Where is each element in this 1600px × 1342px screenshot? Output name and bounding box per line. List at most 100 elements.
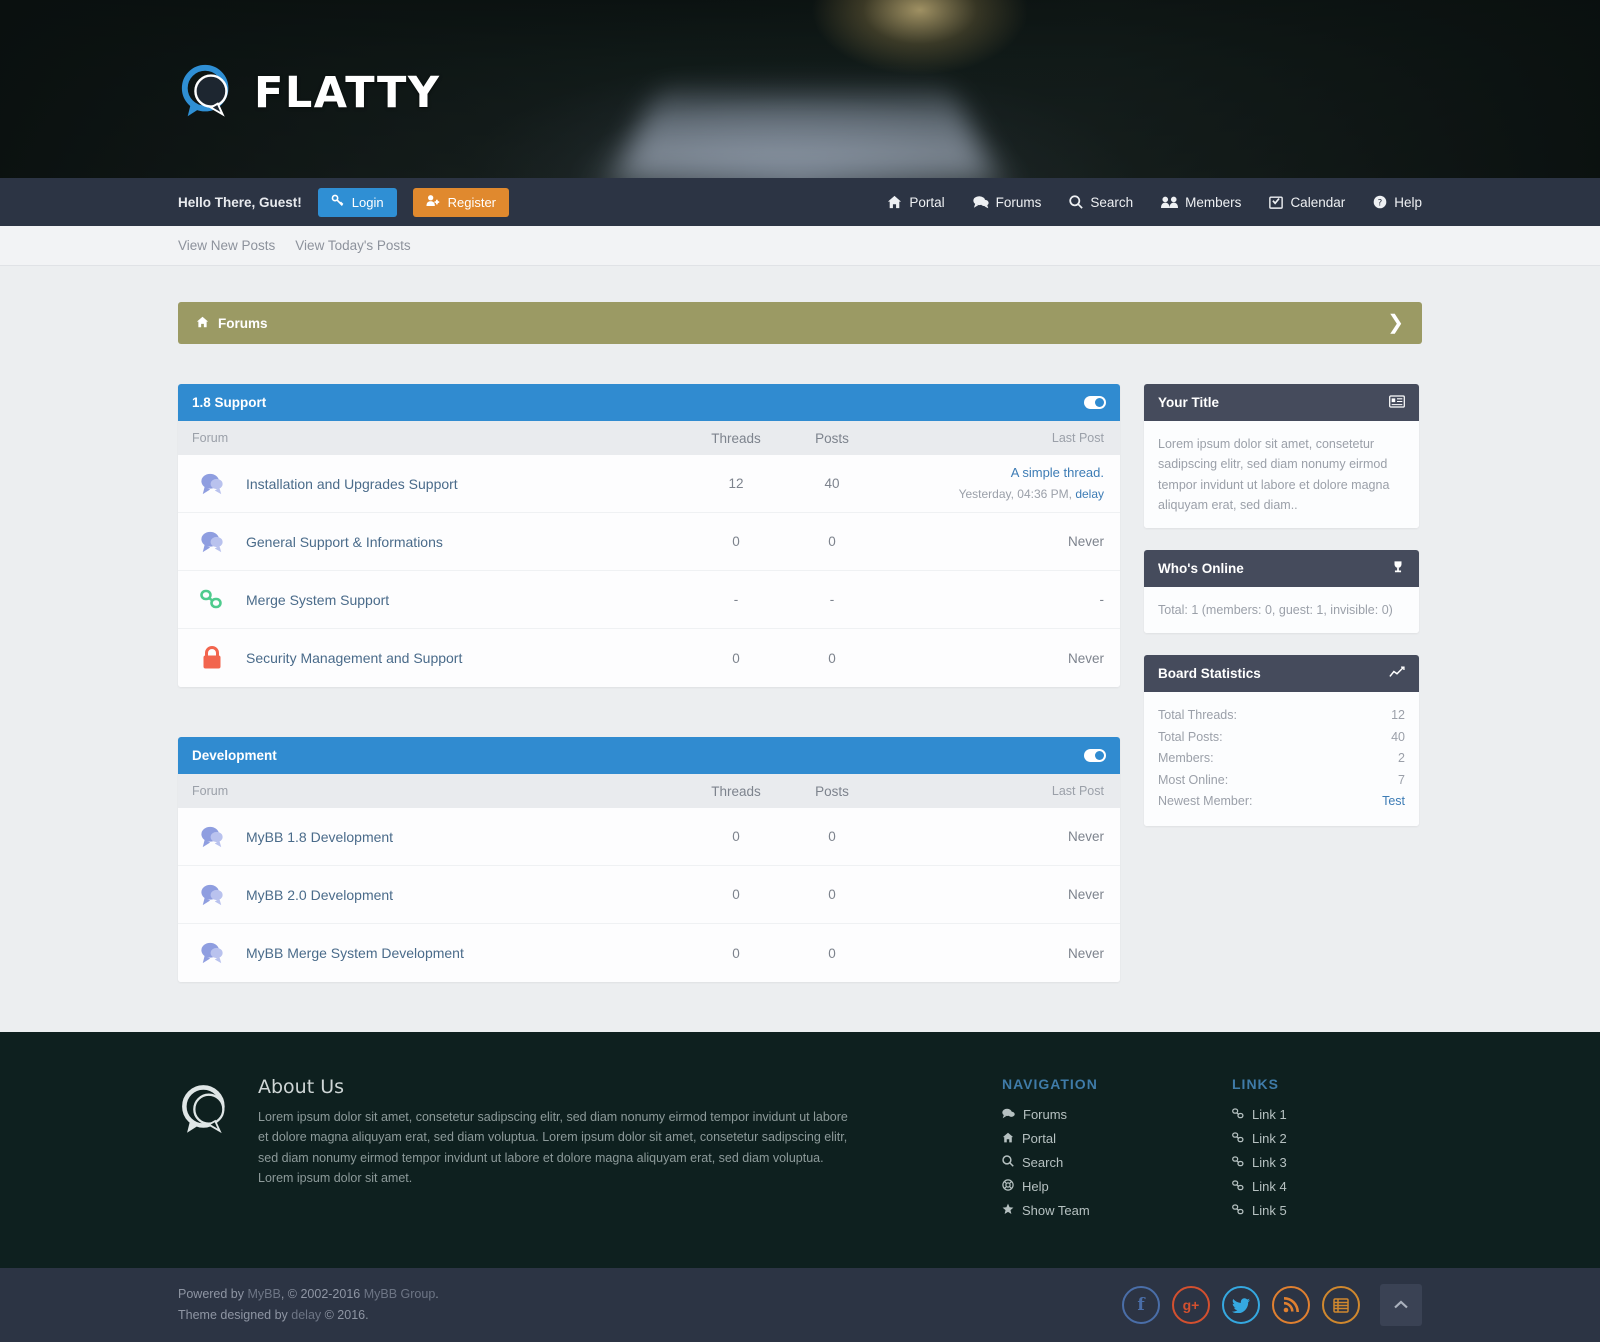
chevron-right-icon[interactable]: ❯ — [1387, 313, 1404, 333]
stat-value: 40 — [1391, 729, 1405, 744]
forum-link[interactable]: General Support & Informations — [246, 534, 443, 550]
col-header-posts: Posts — [815, 783, 849, 799]
sidebar-panel-whos-online: Who's Online Total: 1 (members: 0, guest… — [1144, 550, 1419, 634]
login-button[interactable]: Login — [317, 187, 397, 217]
footer-link-1[interactable]: Link 1 — [1232, 1107, 1287, 1122]
speech-bubbles-icon — [178, 1082, 236, 1140]
category-collapse-toggle[interactable] — [1084, 396, 1106, 409]
theme-by-text: Theme designed by — [178, 1308, 292, 1322]
register-button[interactable]: Register — [412, 187, 510, 217]
footer-link-forums[interactable]: Forums — [1002, 1107, 1067, 1122]
list-item: Link 5 — [1232, 1202, 1422, 1218]
breadcrumb-forums[interactable]: Forums — [196, 316, 268, 331]
nav-item-help[interactable]: ? Help — [1373, 195, 1422, 210]
nav-item-search-label: Search — [1090, 194, 1134, 210]
rss-icon[interactable] — [1272, 1286, 1310, 1324]
link-chain-icon — [178, 588, 246, 612]
col-header-last-post: Last Post — [1051, 784, 1104, 798]
panel-body: Lorem ipsum dolor sit amet, consetetur s… — [1144, 421, 1419, 528]
nav-item-members-label: Members — [1185, 194, 1242, 210]
theme-author-link[interactable]: delay — [291, 1308, 321, 1322]
footer-link-2[interactable]: Link 2 — [1232, 1131, 1287, 1146]
footer-link-label: Portal — [1022, 1131, 1056, 1146]
stat-value: 7 — [1398, 772, 1405, 787]
page-content: Forums ❯ 1.8 Support Forum Threads Posts… — [0, 266, 1600, 1032]
footer-links-column: LINKS Link 1 Link 2 Link 3 Link 4 Link 5 — [1232, 1076, 1422, 1226]
newest-member-link[interactable]: Test — [1382, 794, 1405, 808]
twitter-icon[interactable] — [1222, 1286, 1260, 1324]
user-plus-icon — [426, 194, 440, 210]
mybb-link[interactable]: MyBB — [247, 1287, 280, 1301]
category-collapse-toggle[interactable] — [1084, 749, 1106, 762]
footer-navigation-column: NAVIGATION Forums Portal Search Help Sho… — [1002, 1076, 1192, 1226]
trophy-icon — [1391, 560, 1405, 577]
last-post-author-link[interactable]: delay — [1075, 487, 1104, 501]
list-item: Forums — [1002, 1106, 1192, 1122]
forum-last-post: - — [880, 589, 1120, 610]
view-new-posts-link[interactable]: View New Posts — [178, 238, 275, 253]
facebook-icon[interactable]: f — [1122, 1286, 1160, 1324]
feed-list-icon[interactable] — [1322, 1286, 1360, 1324]
list-item: Search — [1002, 1154, 1192, 1170]
nav-item-calendar[interactable]: Calendar — [1269, 195, 1345, 210]
list-item: Link 3 — [1232, 1154, 1422, 1170]
forum-threads-count: 12 — [728, 476, 744, 491]
forum-bubble-icon — [178, 530, 246, 554]
list-item: Portal — [1002, 1130, 1192, 1146]
forum-link[interactable]: Merge System Support — [246, 592, 389, 608]
forum-last-post: Never — [880, 943, 1120, 964]
nav-item-portal[interactable]: Portal — [887, 195, 945, 210]
last-post-thread-link[interactable]: A simple thread. — [880, 464, 1104, 483]
social-links: f g+ — [1122, 1286, 1360, 1324]
link-icon — [1232, 1179, 1244, 1194]
nav-item-search[interactable]: Search — [1069, 195, 1133, 210]
stat-value: 2 — [1398, 751, 1405, 766]
footer-link-3[interactable]: Link 3 — [1232, 1155, 1287, 1170]
footer-links-list: Link 1 Link 2 Link 3 Link 4 Link 5 — [1232, 1106, 1422, 1218]
footer-link-label: Link 1 — [1252, 1107, 1287, 1122]
forum-bubble-icon — [178, 825, 246, 849]
forum-link[interactable]: MyBB 2.0 Development — [246, 887, 393, 903]
forum-table-header: Forum Threads Posts Last Post — [178, 421, 1120, 455]
question-circle-icon: ? — [1373, 195, 1387, 209]
mybb-group-link[interactable]: MyBB Group — [364, 1287, 436, 1301]
last-post-date: Yesterday, 04:36 PM, — [958, 486, 1076, 501]
google-plus-icon[interactable]: g+ — [1172, 1286, 1210, 1324]
last-post-never: - — [1099, 592, 1105, 608]
forum-link[interactable]: MyBB 1.8 Development — [246, 829, 393, 845]
site-header-banner: FLATTY — [0, 0, 1600, 178]
footer-link-4[interactable]: Link 4 — [1232, 1179, 1287, 1194]
comments-icon — [972, 195, 989, 209]
scroll-to-top-button[interactable] — [1380, 1284, 1422, 1326]
stat-row: Members: 2 — [1158, 748, 1405, 770]
footer-link-label: Help — [1022, 1179, 1049, 1194]
forum-bubble-icon — [178, 883, 246, 907]
stat-label: Members: — [1158, 751, 1214, 766]
last-post-never: Never — [1067, 650, 1104, 666]
view-todays-posts-link[interactable]: View Today's Posts — [295, 238, 410, 253]
footer-link-show-team[interactable]: Show Team — [1002, 1203, 1090, 1218]
site-logo[interactable]: FLATTY — [178, 62, 441, 124]
nav-item-members[interactable]: Members — [1161, 195, 1241, 210]
forum-threads-count: 0 — [732, 945, 740, 961]
last-post-never: Never — [1067, 945, 1104, 961]
site-footer: About Us Lorem ipsum dolor sit amet, con… — [0, 1032, 1600, 1268]
copyright-mid: , © 2002-2016 — [280, 1287, 364, 1302]
footer-link-portal[interactable]: Portal — [1002, 1131, 1056, 1146]
forum-link[interactable]: Installation and Upgrades Support — [246, 476, 458, 492]
lock-icon — [178, 646, 246, 670]
footer-link-5[interactable]: Link 5 — [1232, 1203, 1287, 1218]
stat-row: Most Online: 7 — [1158, 770, 1405, 792]
forum-link[interactable]: MyBB Merge System Development — [246, 945, 464, 961]
footer-link-search[interactable]: Search — [1002, 1155, 1063, 1170]
nav-item-help-label: Help — [1394, 194, 1422, 210]
nav-item-forums[interactable]: Forums — [972, 195, 1041, 210]
footer-link-help[interactable]: Help — [1002, 1179, 1049, 1194]
forum-last-post: Never — [880, 531, 1120, 552]
forum-link[interactable]: Security Management and Support — [246, 650, 462, 666]
footer-links-heading: LINKS — [1232, 1076, 1279, 1092]
category-title: Development — [192, 748, 277, 763]
svg-text:?: ? — [1378, 199, 1383, 209]
forum-threads-count: 0 — [732, 534, 740, 549]
list-item: Help — [1002, 1178, 1192, 1194]
